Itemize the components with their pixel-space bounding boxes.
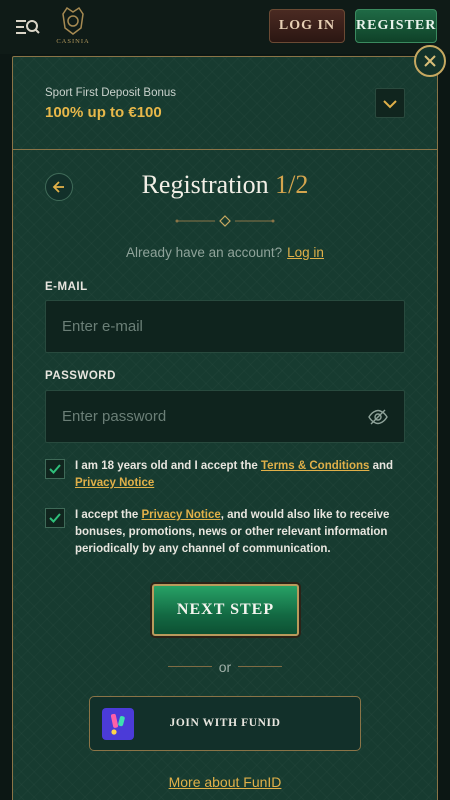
bonus-selector[interactable]: Sport First Deposit Bonus 100% up to €10…: [13, 57, 437, 150]
bonus-label: Sport First Deposit Bonus: [45, 87, 177, 99]
age-consent-and: and: [369, 460, 394, 472]
already-account-text: Already have an account?: [126, 245, 283, 260]
privacy-notice-link-2[interactable]: Privacy Notice: [141, 509, 220, 521]
password-field[interactable]: [46, 391, 404, 442]
more-about-funid-link[interactable]: More about FunID: [0, 774, 450, 790]
bonus-amount: 100% up to €100: [45, 104, 162, 121]
eye-off-icon[interactable]: [368, 408, 388, 426]
or-line-right: [238, 666, 282, 667]
marketing-consent-text: I accept the Privacy Notice, and would a…: [75, 507, 405, 558]
bonus-dropdown-toggle[interactable]: [375, 88, 405, 118]
close-icon: [423, 51, 437, 73]
next-step-button[interactable]: NEXT STEP: [152, 584, 299, 636]
funid-label: JOIN WITH FUNID: [169, 717, 281, 729]
logo-crest-icon: [62, 6, 84, 35]
page-title: Registration 1/2: [0, 170, 450, 200]
email-field[interactable]: [46, 301, 404, 352]
login-link[interactable]: Log in: [287, 245, 324, 260]
marketing-consent-prefix: I accept the: [75, 509, 142, 521]
or-divider: or: [168, 659, 282, 675]
age-consent-checkbox[interactable]: [45, 459, 65, 479]
login-prompt: Already have an account? Log in: [0, 245, 450, 260]
title-text: Registration: [141, 170, 269, 199]
close-button[interactable]: [414, 45, 446, 77]
step-indicator: 1/2: [275, 170, 309, 199]
age-consent-prefix: I am 18 years old and I accept the: [75, 460, 261, 472]
age-consent-text: I am 18 years old and I accept the Terms…: [75, 458, 405, 492]
privacy-notice-link[interactable]: Privacy Notice: [75, 477, 154, 489]
top-header: CASINIA LOG IN REGISTER: [0, 0, 450, 54]
email-label: E-MAIL: [45, 281, 88, 293]
or-text: or: [218, 659, 232, 675]
join-funid-button[interactable]: JOIN WITH FUNID: [89, 696, 361, 751]
register-button[interactable]: REGISTER: [355, 9, 437, 43]
password-label: PASSWORD: [45, 370, 116, 382]
chevron-down-icon: [383, 100, 397, 109]
terms-link[interactable]: Terms & Conditions: [261, 460, 369, 472]
menu-search-icon[interactable]: [16, 17, 40, 37]
casinia-logo[interactable]: CASINIA: [52, 6, 94, 48]
check-icon: [49, 464, 61, 474]
email-field-container: [45, 300, 405, 353]
password-field-container: [45, 390, 405, 443]
funid-logo-icon: [102, 708, 134, 740]
logo-text: CASINIA: [56, 38, 90, 45]
marketing-consent-checkbox[interactable]: [45, 508, 65, 528]
login-button[interactable]: LOG IN: [269, 9, 345, 43]
ornament-divider: [175, 215, 275, 227]
check-icon: [49, 513, 61, 523]
